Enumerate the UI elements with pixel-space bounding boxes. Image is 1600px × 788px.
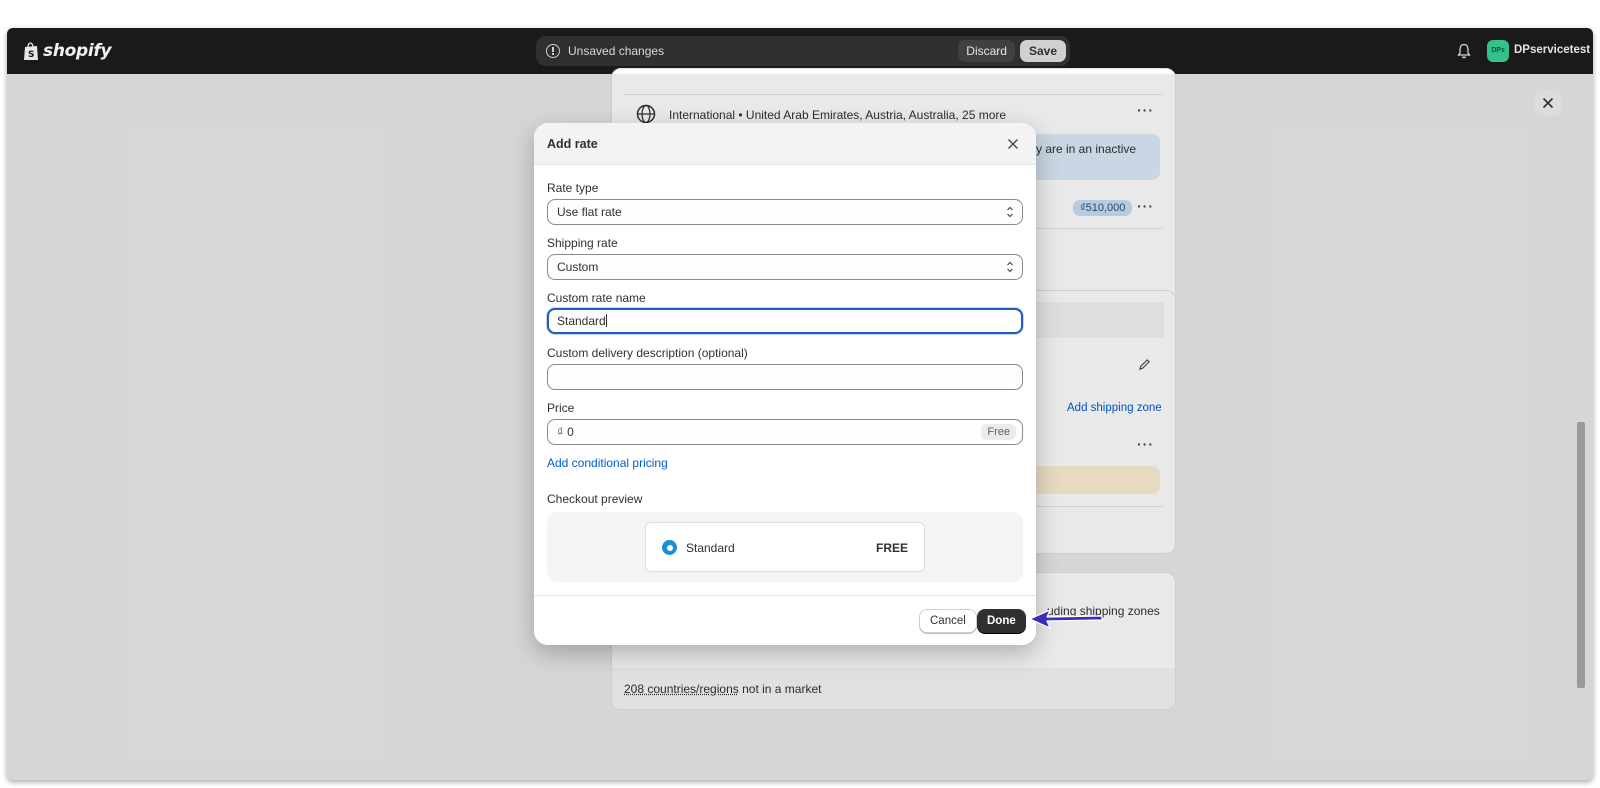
price-label: Price	[547, 401, 575, 415]
modal-footer: Cancel Done	[534, 595, 1036, 645]
text-caret	[605, 314, 607, 327]
shopify-logo[interactable]: S shopify	[23, 40, 112, 62]
radio-selected-icon	[662, 540, 677, 555]
shipping-rate-value: Custom	[557, 260, 599, 274]
checkout-preview-label: Checkout preview	[547, 492, 643, 506]
shopify-bag-icon: S	[24, 42, 38, 60]
free-badge: Free	[981, 424, 1016, 440]
done-button[interactable]: Done	[977, 609, 1026, 633]
checkout-preview-card: Standard FREE	[645, 522, 925, 572]
store-name[interactable]: DPservicetest	[1514, 44, 1590, 56]
custom-description-input[interactable]	[547, 364, 1023, 390]
annotation-arrow-icon	[1029, 609, 1103, 629]
close-icon[interactable]	[1006, 137, 1020, 151]
custom-rate-name-value: Standard	[557, 314, 606, 328]
page-scrollbar[interactable]	[1573, 82, 1587, 780]
rate-type-value: Use flat rate	[557, 205, 622, 219]
price-input[interactable]: ₫ 0 Free	[547, 419, 1023, 445]
logo-wordmark: shopify	[43, 41, 112, 61]
close-icon	[1542, 97, 1554, 109]
scrollbar-thumb[interactable]	[1577, 422, 1585, 688]
shipping-rate-select[interactable]: Custom	[547, 254, 1023, 280]
shipping-rate-label: Shipping rate	[547, 236, 618, 250]
info-icon	[546, 44, 560, 58]
discard-button[interactable]: Discard	[958, 40, 1015, 62]
custom-rate-name-label: Custom rate name	[547, 291, 646, 305]
add-rate-modal: Add rate Rate type Use flat rate Shippin…	[534, 123, 1036, 645]
custom-rate-name-input[interactable]: Standard	[547, 308, 1023, 334]
rate-type-select[interactable]: Use flat rate	[547, 199, 1023, 225]
save-button[interactable]: Save	[1019, 40, 1066, 62]
add-conditional-pricing-link[interactable]: Add conditional pricing	[547, 456, 668, 470]
notification-bell-icon[interactable]	[1457, 43, 1471, 59]
price-value: 0	[567, 425, 574, 439]
modal-title: Add rate	[547, 137, 598, 151]
svg-text:S: S	[28, 50, 34, 60]
preview-rate-price: FREE	[875, 541, 908, 555]
preview-rate-name: Standard	[686, 541, 735, 555]
modal-header: Add rate	[534, 123, 1036, 165]
rate-type-label: Rate type	[547, 181, 599, 195]
contextual-save-bar: Unsaved changes Discard Save	[536, 36, 1070, 66]
custom-description-label: Custom delivery description (optional)	[547, 346, 748, 360]
cancel-button[interactable]: Cancel	[919, 609, 977, 633]
select-chevron-icon	[1007, 261, 1013, 273]
store-avatar[interactable]: DPs	[1487, 40, 1509, 62]
checkout-preview-panel: Standard FREE	[547, 512, 1023, 582]
close-page-button[interactable]	[1535, 90, 1561, 116]
currency-symbol: ₫	[557, 425, 564, 439]
select-chevron-icon	[1007, 206, 1013, 218]
unsaved-changes-message: Unsaved changes	[568, 44, 665, 58]
